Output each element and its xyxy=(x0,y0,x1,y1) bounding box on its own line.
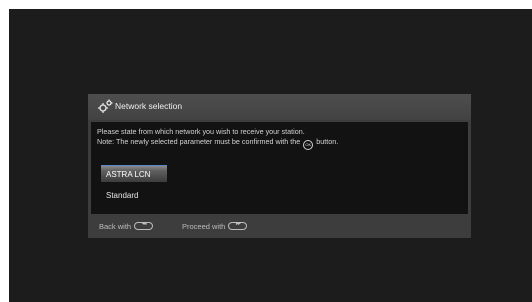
fast-forward-button-icon: ▸▸ xyxy=(228,221,248,230)
tv-screen: Network selection Please state from whic… xyxy=(9,9,532,302)
instruction-line-2-suffix: button. xyxy=(316,137,339,146)
back-hint[interactable]: Back with ◂◂ xyxy=(99,221,154,231)
proceed-hint[interactable]: Proceed with ▸▸ xyxy=(182,221,248,231)
option-astra-lcn[interactable]: ASTRA LCN xyxy=(101,165,167,182)
back-label: Back with xyxy=(99,222,132,231)
option-standard[interactable]: Standard xyxy=(101,187,167,204)
gear-icon xyxy=(97,99,113,114)
fast-forward-glyph: ▸▸ xyxy=(235,221,241,227)
rewind-glyph: ◂◂ xyxy=(141,221,147,227)
proceed-label: Proceed with xyxy=(182,222,226,231)
dialog-body: Please state from which network you wish… xyxy=(91,122,468,214)
instruction-text: Please state from which network you wish… xyxy=(97,127,338,150)
dialog-title: Network selection xyxy=(115,101,183,111)
instruction-line-2: Note: The newly selected parameter must … xyxy=(97,137,338,150)
rewind-button-icon: ◂◂ xyxy=(134,221,154,230)
dialog-header: Network selection xyxy=(88,94,471,120)
network-selection-dialog: Network selection Please state from whic… xyxy=(88,94,471,238)
ok-button-icon: OK xyxy=(303,140,314,150)
instruction-line-1: Please state from which network you wish… xyxy=(97,127,305,136)
instruction-line-2-prefix: Note: The newly selected parameter must … xyxy=(97,137,301,146)
dialog-footer: Back with ◂◂ Proceed with ▸▸ xyxy=(88,214,471,238)
